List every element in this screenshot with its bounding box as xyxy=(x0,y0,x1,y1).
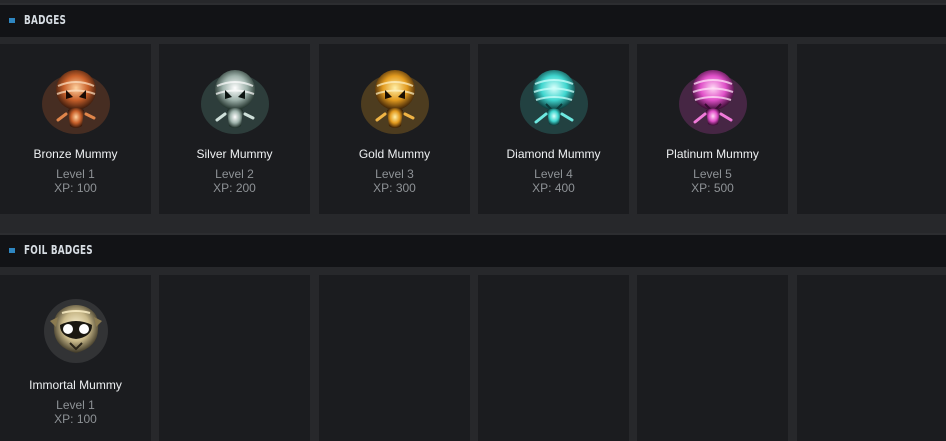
section-bullet-icon xyxy=(9,18,15,23)
foil-badges-row: Immortal Mummy Level 1 XP: 100 xyxy=(0,275,946,441)
foil-badges-section-title: FOIL BADGES xyxy=(24,243,93,257)
badge-level: Level 2 xyxy=(215,167,254,181)
bronze-mummy-icon xyxy=(0,60,151,140)
gold-mummy-svg xyxy=(360,70,429,134)
badges-page: BADGES Bronze Mummy Level 1 XP: 100 Silv… xyxy=(0,0,946,441)
badge-xp: XP: 400 xyxy=(532,181,575,195)
badge-xp: XP: 500 xyxy=(691,181,734,195)
platinum-mummy-svg xyxy=(678,70,747,134)
badge-card-empty xyxy=(478,275,629,441)
badge-level: Level 3 xyxy=(375,167,414,181)
badge-card-empty xyxy=(159,275,310,441)
badge-name: Gold Mummy xyxy=(358,147,431,161)
badges-section-title: BADGES xyxy=(24,13,67,27)
silver-mummy-icon xyxy=(159,60,310,140)
badge-card-diamond-mummy[interactable]: Diamond Mummy Level 4 XP: 400 xyxy=(478,44,629,214)
badge-card-silver-mummy[interactable]: Silver Mummy Level 2 XP: 200 xyxy=(159,44,310,214)
gold-mummy-icon xyxy=(319,60,470,140)
diamond-mummy-icon xyxy=(478,60,629,140)
badge-card-immortal-mummy[interactable]: Immortal Mummy Level 1 XP: 100 xyxy=(0,275,151,441)
badge-xp: XP: 200 xyxy=(213,181,256,195)
badge-xp: XP: 300 xyxy=(373,181,416,195)
platinum-mummy-icon xyxy=(637,60,788,140)
badge-name: Bronze Mummy xyxy=(33,147,118,161)
badge-level: Level 5 xyxy=(693,167,732,181)
badge-name: Diamond Mummy xyxy=(506,147,601,161)
immortal-mummy-svg xyxy=(43,299,108,363)
badge-xp: XP: 100 xyxy=(54,181,97,195)
badge-card-gold-mummy[interactable]: Gold Mummy Level 3 XP: 300 xyxy=(319,44,470,214)
immortal-mummy-icon xyxy=(0,291,151,371)
badges-row: Bronze Mummy Level 1 XP: 100 Silver Mumm… xyxy=(0,44,946,214)
badge-card-bronze-mummy[interactable]: Bronze Mummy Level 1 XP: 100 xyxy=(0,44,151,214)
badge-card-empty xyxy=(637,275,788,441)
diamond-mummy-svg xyxy=(519,70,588,134)
badge-level: Level 4 xyxy=(534,167,573,181)
badge-name: Immortal Mummy xyxy=(29,378,122,392)
silver-mummy-svg xyxy=(200,70,269,134)
badge-card-empty xyxy=(797,44,946,214)
badge-level: Level 1 xyxy=(56,167,95,181)
badge-card-empty xyxy=(319,275,470,441)
badge-card-empty xyxy=(797,275,946,441)
badges-section-header: BADGES xyxy=(0,3,946,37)
foil-badges-section-header: FOIL BADGES xyxy=(0,233,946,267)
badge-xp: XP: 100 xyxy=(54,412,97,426)
section-bullet-icon xyxy=(9,248,15,253)
badge-name: Silver Mummy xyxy=(196,147,273,161)
badge-card-platinum-mummy[interactable]: Platinum Mummy Level 5 XP: 500 xyxy=(637,44,788,214)
bronze-mummy-svg xyxy=(41,70,110,134)
badge-level: Level 1 xyxy=(56,398,95,412)
badge-name: Platinum Mummy xyxy=(666,147,759,161)
